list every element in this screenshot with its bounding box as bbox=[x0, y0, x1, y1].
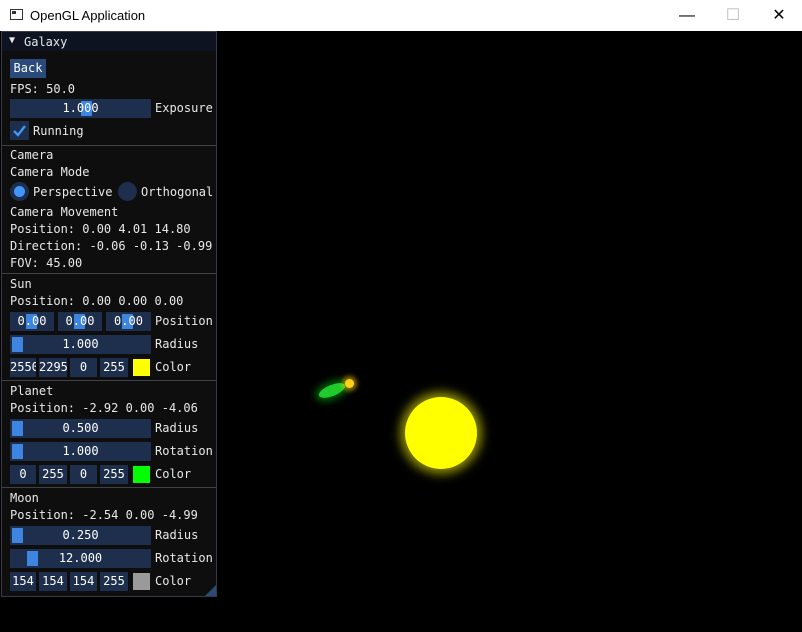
back-button[interactable]: Back bbox=[10, 59, 46, 78]
moon-color-swatch[interactable] bbox=[133, 573, 150, 590]
moon-color-b[interactable]: 154 bbox=[70, 572, 97, 591]
planet-rotation-value: 1.000 bbox=[62, 444, 99, 458]
galaxy-panel: ▼ Galaxy Back FPS: 50.0 1.000 Exposure R… bbox=[1, 31, 217, 597]
panel-title: Galaxy bbox=[24, 35, 68, 49]
planet-color-swatch[interactable] bbox=[133, 466, 150, 483]
orthogonal-label: Orthogonal bbox=[141, 185, 214, 199]
planet-rotation-slider[interactable]: 1.000 bbox=[10, 442, 151, 461]
maximize-button[interactable]: ☐ bbox=[710, 0, 756, 31]
exposure-value: 1.000 bbox=[62, 101, 99, 115]
title-bar: OpenGL Application — ☐ ✕ bbox=[0, 0, 802, 31]
perspective-label: Perspective bbox=[33, 185, 113, 199]
planet-radius-label: Radius bbox=[155, 421, 199, 435]
sun-position-label: Position bbox=[155, 314, 213, 328]
sun-color-swatch[interactable] bbox=[133, 359, 150, 376]
moon-rotation-value: 12.000 bbox=[58, 551, 103, 565]
camera-header: Camera bbox=[10, 148, 54, 162]
moon-rotation-slider[interactable]: 12.000 bbox=[10, 549, 151, 568]
planet-sphere bbox=[316, 380, 348, 401]
panel-header[interactable]: ▼ Galaxy bbox=[2, 32, 216, 51]
separator bbox=[2, 145, 216, 146]
separator bbox=[2, 487, 216, 488]
minimize-button[interactable]: — bbox=[664, 0, 710, 31]
sun-color-a[interactable]: 255 bbox=[100, 358, 128, 377]
sun-sphere bbox=[405, 397, 477, 469]
sun-pos-z-value: 0.00 bbox=[114, 314, 143, 328]
camera-direction: Direction: -0.06 -0.13 -0.99 bbox=[10, 239, 213, 253]
exposure-label: Exposure bbox=[155, 101, 213, 115]
moon-color-r[interactable]: 154 bbox=[10, 572, 36, 591]
planet-radius-slider[interactable]: 0.500 bbox=[10, 419, 151, 438]
camera-fov: FOV: 45.00 bbox=[10, 256, 83, 270]
separator bbox=[2, 273, 216, 274]
sun-position: Position: 0.00 0.00 0.00 bbox=[10, 294, 184, 308]
moon-position: Position: -2.54 0.00 -4.99 bbox=[10, 508, 198, 522]
running-checkbox[interactable] bbox=[10, 121, 29, 140]
planet-color-g[interactable]: 255 bbox=[39, 465, 67, 484]
sun-header: Sun bbox=[10, 277, 32, 291]
window-title: OpenGL Application bbox=[30, 8, 146, 23]
moon-radius-value: 0.250 bbox=[62, 528, 99, 542]
moon-color-g[interactable]: 154 bbox=[39, 572, 67, 591]
planet-color-r[interactable]: 0 bbox=[10, 465, 36, 484]
radio-orthogonal[interactable] bbox=[118, 182, 137, 201]
moon-sphere bbox=[345, 379, 354, 388]
running-label: Running bbox=[33, 124, 84, 138]
sun-color-label: Color bbox=[155, 360, 192, 374]
resize-grip-icon[interactable] bbox=[205, 585, 216, 596]
sun-color-r[interactable]: 2550 bbox=[10, 358, 36, 377]
close-button[interactable]: ✕ bbox=[756, 0, 802, 31]
sun-color-g[interactable]: 2295 bbox=[39, 358, 67, 377]
planet-position: Position: -2.92 0.00 -4.06 bbox=[10, 401, 198, 415]
moon-rotation-label: Rotation bbox=[155, 551, 213, 565]
checkmark-icon bbox=[13, 125, 26, 137]
moon-color-a[interactable]: 255 bbox=[100, 572, 128, 591]
moon-radius-label: Radius bbox=[155, 528, 199, 542]
planet-color-a[interactable]: 255 bbox=[100, 465, 128, 484]
exposure-slider[interactable]: 1.000 bbox=[10, 99, 151, 118]
sun-radius-slider[interactable]: 1.000 bbox=[10, 335, 151, 354]
moon-radius-slider[interactable]: 0.250 bbox=[10, 526, 151, 545]
app-icon bbox=[10, 9, 23, 20]
camera-position: Position: 0.00 4.01 14.80 bbox=[10, 222, 191, 236]
sun-radius-label: Radius bbox=[155, 337, 199, 351]
app-window: OpenGL Application — ☐ ✕ ▼ Galaxy Back F… bbox=[0, 0, 802, 632]
radio-perspective[interactable] bbox=[10, 182, 29, 201]
fps-readout: FPS: 50.0 bbox=[10, 82, 76, 96]
sun-color-b[interactable]: 0 bbox=[70, 358, 97, 377]
planet-rotation-label: Rotation bbox=[155, 444, 213, 458]
camera-movement-label: Camera Movement bbox=[10, 205, 119, 219]
camera-mode-label: Camera Mode bbox=[10, 165, 90, 179]
planet-color-label: Color bbox=[155, 467, 192, 481]
sun-pos-x-value: 0.00 bbox=[17, 314, 47, 328]
separator bbox=[2, 380, 216, 381]
sun-pos-x-slider[interactable]: 0.00 bbox=[10, 312, 54, 331]
planet-radius-value: 0.500 bbox=[62, 421, 99, 435]
sun-pos-y-value: 0.00 bbox=[65, 314, 95, 328]
sun-pos-z-slider[interactable]: 0.00 bbox=[106, 312, 151, 331]
planet-header: Planet bbox=[10, 384, 54, 398]
collapse-arrow-icon[interactable]: ▼ bbox=[9, 35, 15, 46]
moon-color-label: Color bbox=[155, 574, 192, 588]
radio-selected-dot bbox=[14, 186, 25, 197]
sun-pos-y-slider[interactable]: 0.00 bbox=[58, 312, 102, 331]
sun-radius-value: 1.000 bbox=[62, 337, 99, 351]
planet-color-b[interactable]: 0 bbox=[70, 465, 97, 484]
moon-header: Moon bbox=[10, 491, 39, 505]
